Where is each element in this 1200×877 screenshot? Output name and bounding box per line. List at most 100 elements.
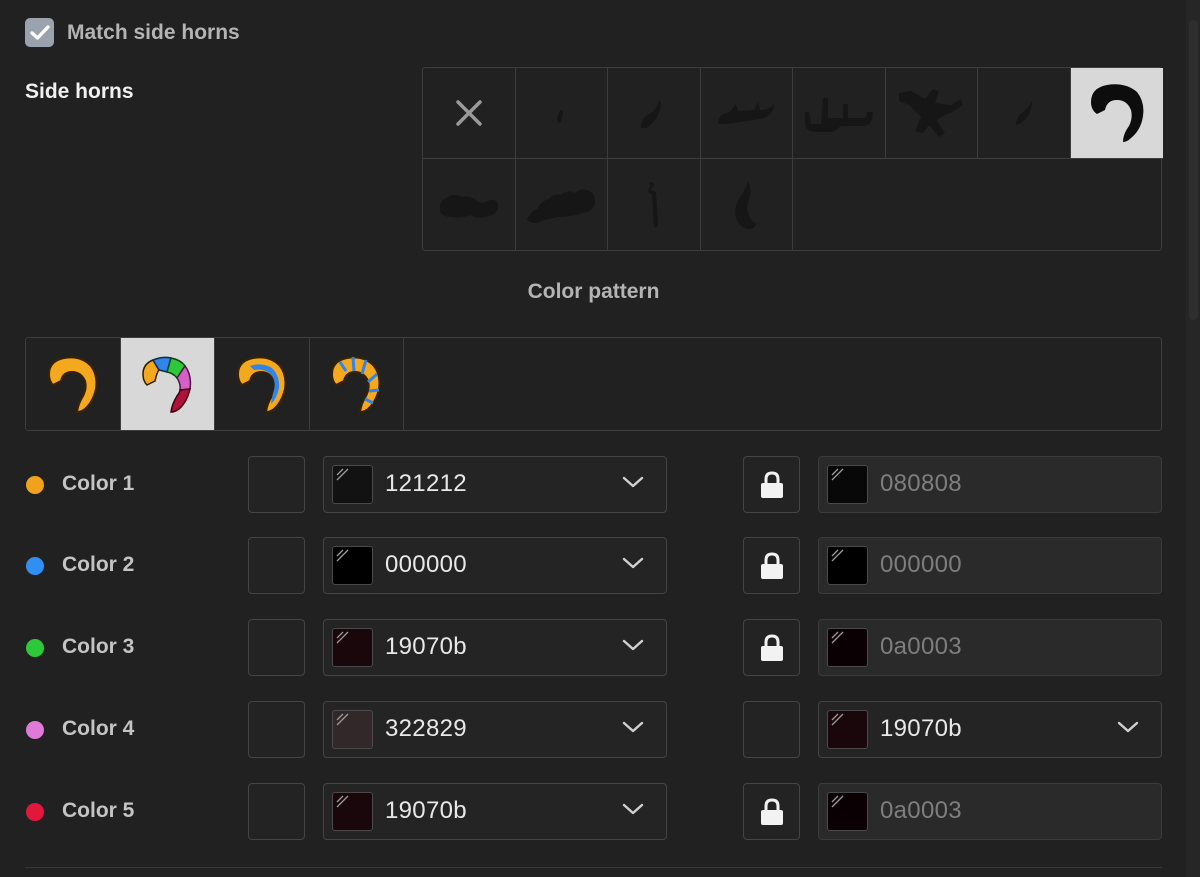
horn-option-10[interactable] bbox=[608, 159, 701, 250]
color-dot bbox=[26, 721, 44, 739]
secondary-color-swatch bbox=[827, 465, 868, 504]
pattern-multicolor-icon bbox=[142, 356, 192, 413]
unlock-button[interactable] bbox=[743, 701, 800, 758]
secondary-color-swatch bbox=[827, 546, 868, 585]
horn-option-9[interactable] bbox=[516, 159, 608, 250]
chevron-down-icon bbox=[622, 721, 644, 733]
color-dot bbox=[26, 803, 44, 821]
horn-options-grid bbox=[422, 67, 1163, 251]
lock-icon bbox=[760, 470, 783, 498]
horn-option-8[interactable] bbox=[423, 159, 516, 250]
horn-option-2[interactable] bbox=[608, 68, 701, 159]
pattern-option-multicolor[interactable] bbox=[120, 338, 215, 430]
color-label: Color 2 bbox=[62, 553, 135, 576]
lock-button[interactable] bbox=[743, 537, 800, 594]
horn-option-4[interactable] bbox=[793, 68, 886, 159]
lock-icon bbox=[760, 797, 783, 825]
horn-option-7[interactable] bbox=[1070, 68, 1163, 159]
color-dot bbox=[26, 639, 44, 657]
pattern-option-stripe[interactable] bbox=[215, 338, 310, 430]
color-hex-value: 19070b bbox=[385, 633, 467, 660]
color-dot bbox=[26, 476, 44, 494]
color-select[interactable]: 19070b bbox=[323, 783, 667, 840]
color-select[interactable]: 000000 bbox=[323, 537, 667, 594]
secondary-color-hex-value: 0a0003 bbox=[880, 797, 962, 824]
horn-option-6[interactable] bbox=[978, 68, 1071, 159]
match-side-horns-checkbox[interactable] bbox=[25, 18, 54, 47]
match-side-horns-label: Match side horns bbox=[67, 20, 240, 44]
horn-option-1[interactable] bbox=[515, 68, 608, 159]
horn-shape-7-icon bbox=[1090, 84, 1144, 142]
color-swatch[interactable] bbox=[332, 792, 373, 831]
secondary-color-select[interactable]: 19070b bbox=[818, 701, 1162, 758]
lock-button[interactable] bbox=[743, 619, 800, 676]
match-side-horns-row[interactable]: Match side horns bbox=[25, 18, 240, 47]
secondary-color-swatch bbox=[827, 628, 868, 667]
horn-shape-2-icon bbox=[640, 100, 661, 128]
lock-icon bbox=[760, 551, 783, 579]
color-hex-value: 322829 bbox=[385, 715, 467, 742]
scrollbar[interactable] bbox=[1186, 0, 1200, 877]
pattern-option-solid[interactable] bbox=[26, 338, 121, 430]
lock-icon bbox=[760, 633, 783, 661]
horn-option-11[interactable] bbox=[701, 159, 793, 250]
color-toggle-button[interactable] bbox=[248, 701, 305, 758]
secondary-color-hex-value: 080808 bbox=[880, 470, 962, 497]
horn-grid-empty bbox=[793, 159, 1163, 250]
secondary-color-select: 080808 bbox=[818, 456, 1162, 513]
color-row-1: Color 1 121212 080808 bbox=[25, 456, 1162, 513]
bottom-divider bbox=[25, 867, 1162, 868]
color-hex-value: 19070b bbox=[385, 797, 467, 824]
horn-option-3[interactable] bbox=[700, 68, 793, 159]
color-hex-value: 000000 bbox=[385, 551, 467, 578]
horn-shape-9-icon bbox=[527, 188, 596, 223]
color-pattern-options bbox=[25, 337, 1162, 431]
horn-option-5[interactable] bbox=[885, 68, 978, 159]
secondary-color-hex-value: 0a0003 bbox=[880, 633, 962, 660]
chevron-down-icon bbox=[622, 557, 644, 569]
color-swatch[interactable] bbox=[332, 546, 373, 585]
color-select[interactable]: 121212 bbox=[323, 456, 667, 513]
color-pattern-heading: Color pattern bbox=[527, 280, 660, 303]
pattern-option-bands[interactable] bbox=[310, 338, 404, 430]
pattern-bands-icon bbox=[331, 356, 381, 414]
lock-button[interactable] bbox=[743, 456, 800, 513]
color-toggle-button[interactable] bbox=[248, 537, 305, 594]
color-hex-value: 121212 bbox=[385, 470, 467, 497]
horn-shape-4-icon bbox=[804, 98, 873, 132]
side-horns-heading: Side horns bbox=[25, 80, 134, 103]
horn-shape-11-icon bbox=[735, 180, 757, 229]
secondary-color-select: 000000 bbox=[818, 537, 1162, 594]
secondary-color-select: 0a0003 bbox=[818, 619, 1162, 676]
horn-shape-8-icon bbox=[439, 194, 498, 218]
horn-shape-1-icon bbox=[557, 109, 564, 123]
lock-button[interactable] bbox=[743, 783, 800, 840]
color-swatch[interactable] bbox=[332, 710, 373, 749]
color-toggle-button[interactable] bbox=[248, 619, 305, 676]
none-x-icon bbox=[456, 100, 482, 126]
checkmark-icon bbox=[29, 24, 50, 40]
color-select[interactable]: 322829 bbox=[323, 701, 667, 758]
color-toggle-button[interactable] bbox=[248, 783, 305, 840]
chevron-down-icon bbox=[622, 476, 644, 488]
secondary-color-swatch[interactable] bbox=[827, 710, 868, 749]
horn-shape-6-icon bbox=[1015, 101, 1032, 125]
color-swatch[interactable] bbox=[332, 465, 373, 504]
chevron-down-icon bbox=[622, 639, 644, 651]
color-toggle-button[interactable] bbox=[248, 456, 305, 513]
horn-shape-10-icon bbox=[647, 181, 658, 228]
color-row-5: Color 5 19070b 0a0003 bbox=[25, 783, 1162, 840]
pattern-solid-icon bbox=[47, 356, 98, 414]
color-row-3: Color 3 19070b 0a0003 bbox=[25, 619, 1162, 676]
scrollbar-thumb[interactable] bbox=[1189, 20, 1198, 320]
secondary-color-select: 0a0003 bbox=[818, 783, 1162, 840]
color-row-2: Color 2 000000 000000 bbox=[25, 537, 1162, 594]
chevron-down-icon bbox=[1117, 721, 1139, 733]
color-label: Color 5 bbox=[62, 799, 135, 822]
secondary-color-hex-value: 19070b bbox=[880, 715, 962, 742]
horn-option-none[interactable] bbox=[423, 68, 516, 159]
color-label: Color 1 bbox=[62, 472, 135, 495]
color-swatch[interactable] bbox=[332, 628, 373, 667]
color-label: Color 3 bbox=[62, 635, 135, 658]
color-select[interactable]: 19070b bbox=[323, 619, 667, 676]
